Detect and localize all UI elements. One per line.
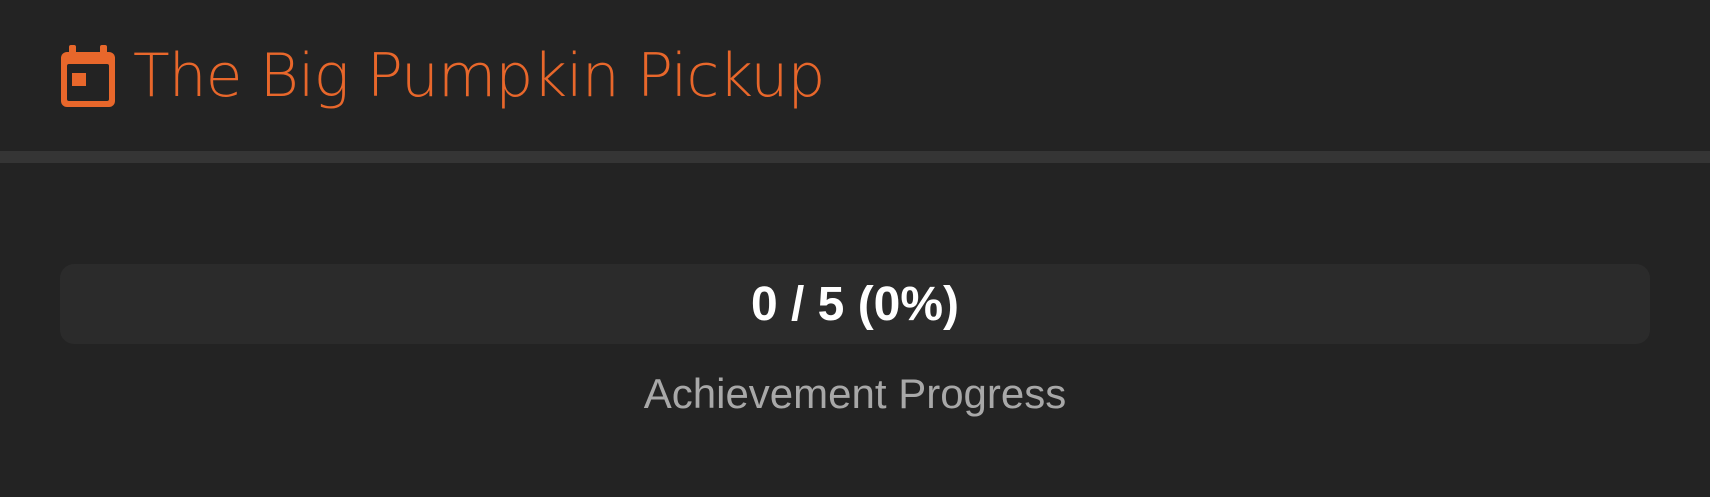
event-header: The Big Pumpkin Pickup: [0, 0, 1710, 151]
calendar-icon: [59, 43, 117, 109]
achievement-progress-bar: 0 / 5 (0%): [60, 264, 1650, 344]
page-title: The Big Pumpkin Pickup: [133, 41, 825, 111]
progress-caption: Achievement Progress: [643, 370, 1067, 417]
header-divider: [0, 151, 1710, 163]
progress-value: 0 / 5 (0%): [750, 277, 960, 331]
title-row: The Big Pumpkin Pickup: [59, 36, 825, 116]
page: The Big Pumpkin Pickup 0 / 5 (0%) Achiev…: [0, 0, 1710, 497]
